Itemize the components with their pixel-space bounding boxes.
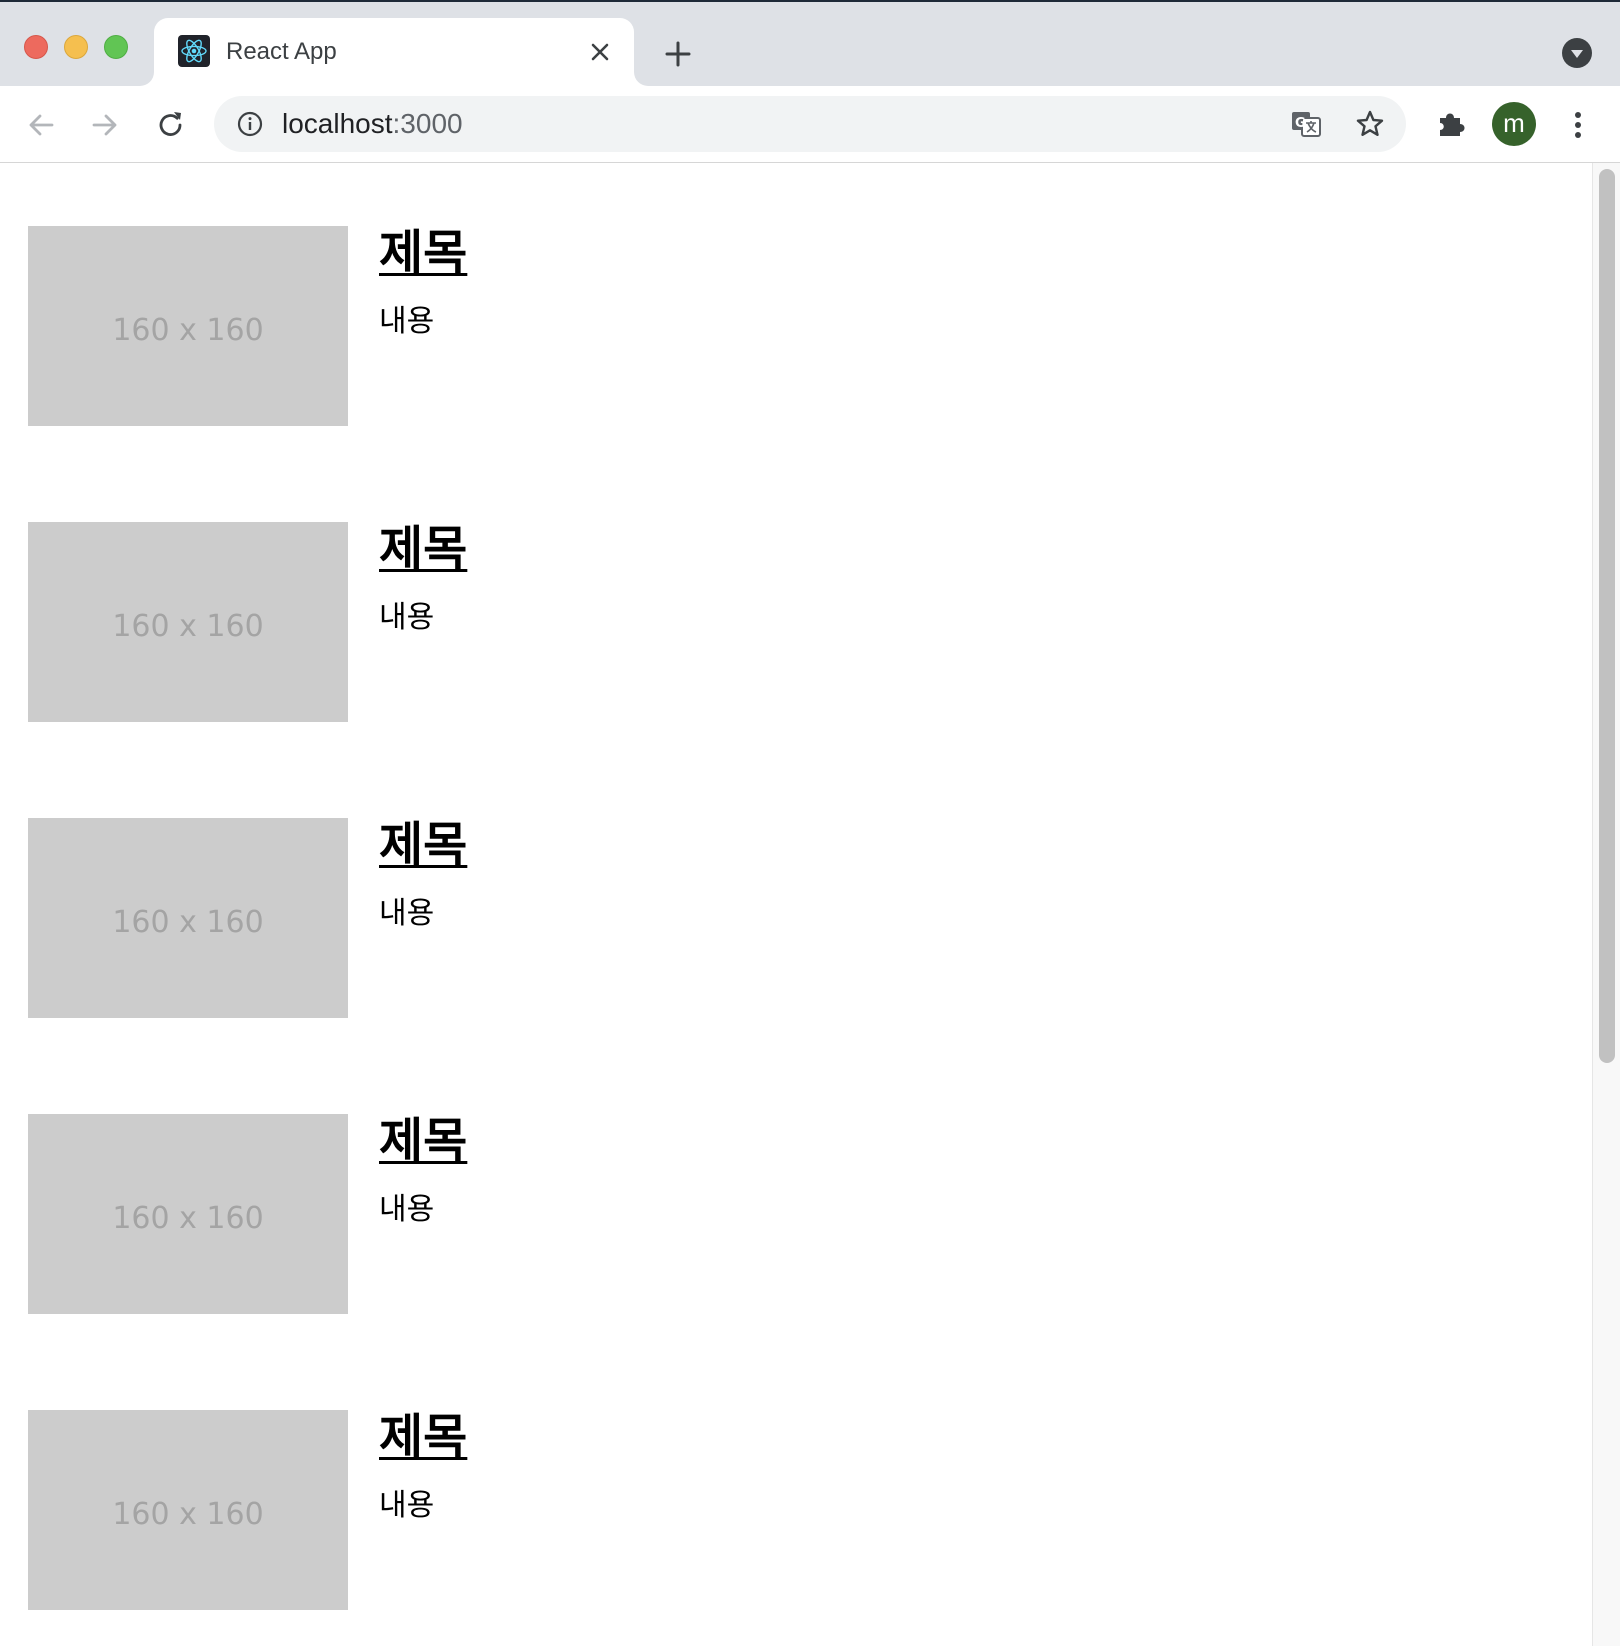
list-item: 160 x 160 제목 내용 — [28, 522, 1428, 722]
bookmark-star-icon[interactable] — [1354, 108, 1386, 140]
list-item: 160 x 160 제목 내용 — [28, 1114, 1428, 1314]
tab-close-icon[interactable] — [586, 38, 614, 66]
svg-text:G: G — [1295, 116, 1306, 131]
placeholder-image-label: 160 x 160 — [112, 905, 264, 940]
placeholder-image: 160 x 160 — [28, 226, 348, 426]
item-body-text: 내용 — [379, 1489, 435, 1522]
placeholder-image: 160 x 160 — [28, 522, 348, 722]
tab-react-app[interactable]: React App — [154, 18, 634, 86]
list-item: 160 x 160 제목 내용 — [28, 818, 1428, 1018]
scrollbar-thumb[interactable] — [1599, 169, 1615, 1063]
item-title-link[interactable]: 제목 — [379, 226, 467, 282]
url-text[interactable]: localhost:3000 — [282, 108, 463, 140]
profile-avatar[interactable]: m — [1492, 102, 1536, 146]
tab-title: React App — [226, 38, 337, 65]
item-title-link[interactable]: 제목 — [379, 1114, 467, 1170]
new-tab-plus-icon[interactable] — [662, 38, 694, 70]
page-viewport: 160 x 160 제목 내용 160 x 160 제목 내용 160 x 16… — [0, 163, 1592, 1646]
site-info-icon[interactable] — [236, 110, 264, 138]
placeholder-image-label: 160 x 160 — [112, 313, 264, 348]
list-item: 160 x 160 제목 내용 — [28, 1410, 1428, 1610]
item-body-text: 내용 — [379, 305, 435, 338]
more-menu-icon[interactable] — [1566, 108, 1590, 142]
forward-arrow-icon[interactable] — [88, 108, 122, 142]
address-bar[interactable]: localhost:3000 G — [214, 96, 1406, 152]
placeholder-image: 160 x 160 — [28, 818, 348, 1018]
item-title-link[interactable]: 제목 — [379, 818, 467, 874]
list-item: 160 x 160 제목 내용 — [28, 226, 1428, 426]
window-maximize-button[interactable] — [104, 35, 128, 59]
item-body-text: 내용 — [379, 897, 435, 930]
translate-icon[interactable]: G — [1290, 108, 1322, 140]
window-minimize-button[interactable] — [64, 35, 88, 59]
placeholder-image-label: 160 x 160 — [112, 1201, 264, 1236]
browser-window: React App localhost:3000 G m 160 x 160 제… — [0, 0, 1620, 1646]
item-title-link[interactable]: 제목 — [379, 522, 467, 578]
placeholder-image-label: 160 x 160 — [112, 1497, 264, 1532]
item-body-text: 내용 — [379, 601, 435, 634]
tab-search-chevron-down-icon[interactable] — [1562, 38, 1592, 68]
window-close-button[interactable] — [24, 35, 48, 59]
tab-strip: React App — [0, 2, 1620, 86]
react-logo-icon — [178, 35, 210, 67]
url-port: :3000 — [392, 108, 463, 139]
extensions-puzzle-icon[interactable] — [1434, 106, 1468, 140]
url-host: localhost — [282, 108, 393, 139]
placeholder-image: 160 x 160 — [28, 1114, 348, 1314]
browser-toolbar: localhost:3000 G m — [0, 86, 1620, 163]
vertical-scrollbar[interactable] — [1592, 163, 1620, 1646]
item-title-link[interactable]: 제목 — [379, 1410, 467, 1466]
reload-icon[interactable] — [154, 108, 188, 142]
item-body-text: 내용 — [379, 1193, 435, 1226]
placeholder-image: 160 x 160 — [28, 1410, 348, 1610]
back-arrow-icon[interactable] — [24, 108, 58, 142]
placeholder-image-label: 160 x 160 — [112, 609, 264, 644]
